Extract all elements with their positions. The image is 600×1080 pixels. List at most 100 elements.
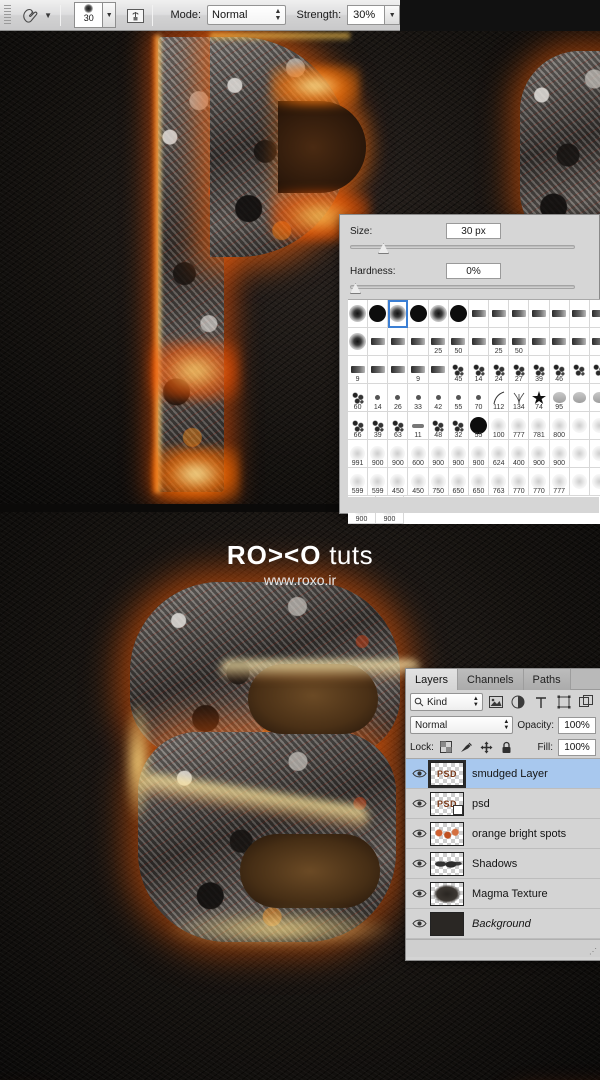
brush-tip-cell[interactable] xyxy=(388,328,409,356)
eye-icon[interactable] xyxy=(408,789,430,819)
brush-tip-cell[interactable] xyxy=(569,356,590,384)
tool-preset-chevron-down-icon[interactable]: ▼ xyxy=(43,4,53,26)
brush-tip-cell[interactable]: 70 xyxy=(468,384,490,412)
brush-tip-cell[interactable]: 32 xyxy=(448,412,469,440)
brush-tip-cell[interactable]: 770 xyxy=(509,468,530,496)
layer-thumbnail[interactable] xyxy=(430,851,464,876)
brush-tip-cell[interactable]: 900 xyxy=(468,440,490,468)
lock-transparency-icon[interactable] xyxy=(439,739,454,755)
brush-tip-cell[interactable] xyxy=(428,300,449,328)
smartobject-filter-icon[interactable] xyxy=(576,693,596,711)
brush-tip-cell[interactable]: 60 xyxy=(348,384,369,412)
brush-tip-cell[interactable]: 450 xyxy=(408,468,429,496)
brush-tip-cell[interactable] xyxy=(368,356,389,384)
brush-tip-cell[interactable] xyxy=(569,384,590,412)
layer-row[interactable]: PSD smudged Layer xyxy=(406,759,600,789)
brush-tip-cell[interactable]: 42 xyxy=(428,384,449,412)
brush-tip-cell[interactable] xyxy=(529,300,550,328)
brush-tip-cell[interactable] xyxy=(589,468,600,496)
brush-tip-cell[interactable] xyxy=(348,300,369,328)
brush-tip-cell[interactable] xyxy=(489,300,510,328)
brush-tip-cell[interactable] xyxy=(408,328,429,356)
brush-tip-cell[interactable] xyxy=(589,300,600,328)
brush-tip-cell[interactable]: 900 xyxy=(549,440,570,468)
brush-tip-cell[interactable]: 900 xyxy=(428,440,449,468)
brush-tip-cell[interactable] xyxy=(368,328,389,356)
brush-tip-cell[interactable]: 900 xyxy=(388,440,409,468)
brush-tip-cell[interactable] xyxy=(549,300,570,328)
brush-tip-cell[interactable]: 9 xyxy=(408,356,429,384)
brush-tip-cell[interactable]: 763 xyxy=(489,468,510,496)
brush-tip-cell[interactable]: 800 xyxy=(549,412,570,440)
brush-preset-thumbnail[interactable]: 30 xyxy=(74,2,104,28)
opacity-input[interactable]: 100% xyxy=(558,716,596,734)
brush-tip-cell[interactable] xyxy=(368,300,389,328)
brush-tip-cell[interactable]: 750 xyxy=(428,468,449,496)
brush-tip-cell[interactable] xyxy=(529,328,550,356)
brush-tip-cell[interactable]: 991 xyxy=(348,440,369,468)
tab-layers[interactable]: Layers xyxy=(406,669,459,690)
pixel-filter-icon[interactable] xyxy=(486,693,506,711)
strength-input[interactable]: 30% xyxy=(347,5,386,25)
brush-tip-cell[interactable] xyxy=(388,300,409,328)
brush-tip-cell[interactable] xyxy=(589,440,600,468)
brush-tip-cell[interactable]: 63 xyxy=(388,412,409,440)
layer-thumbnail[interactable]: PSD xyxy=(430,761,464,786)
brush-hardness-slider[interactable] xyxy=(350,281,575,295)
brush-tip-cell[interactable]: 27 xyxy=(509,356,530,384)
brush-tip-cell[interactable] xyxy=(468,300,490,328)
brush-tip-cell[interactable]: 134 xyxy=(509,384,530,412)
brush-tip-cell[interactable]: 900 xyxy=(368,440,389,468)
brush-tip-cell[interactable]: 66 xyxy=(348,412,369,440)
smudge-tool-icon[interactable] xyxy=(18,3,43,27)
eye-icon[interactable] xyxy=(408,909,430,939)
fill-input[interactable]: 100% xyxy=(558,738,596,756)
layer-thumbnail[interactable] xyxy=(430,881,464,906)
panel-resize-grip[interactable]: ⋰ xyxy=(589,947,598,956)
brush-tip-cell[interactable] xyxy=(589,412,600,440)
eye-icon[interactable] xyxy=(408,849,430,879)
brush-tip-cell[interactable]: 624 xyxy=(489,440,510,468)
layer-row[interactable]: orange bright spots xyxy=(406,819,600,849)
brush-tip-cell[interactable]: 11 xyxy=(408,412,429,440)
eye-icon[interactable] xyxy=(408,759,430,789)
brush-tip-cell[interactable]: 900 xyxy=(448,440,469,468)
brush-tip-cell[interactable]: 45 xyxy=(448,356,469,384)
brush-tip-cell[interactable]: 599 xyxy=(368,468,389,496)
brush-tip-cell[interactable] xyxy=(388,356,409,384)
layer-thumbnail[interactable] xyxy=(430,821,464,846)
lock-position-icon[interactable] xyxy=(479,739,494,755)
layer-thumbnail[interactable] xyxy=(430,911,464,936)
brush-tip-cell[interactable]: 9 xyxy=(348,356,369,384)
brush-tip-cell[interactable]: 50 xyxy=(509,328,530,356)
brush-tip-cell[interactable]: 14 xyxy=(368,384,389,412)
brush-tip-cell[interactable]: 46 xyxy=(549,356,570,384)
brush-tip-cell[interactable] xyxy=(589,356,600,384)
brush-tip-cell[interactable]: 74 xyxy=(529,384,550,412)
layer-thumbnail[interactable]: PSD xyxy=(430,791,464,816)
brush-tip-cell[interactable]: 14 xyxy=(468,356,490,384)
blend-mode-select[interactable]: Normal ▲ ▼ xyxy=(410,716,514,734)
brush-tip-cell[interactable] xyxy=(348,328,369,356)
brush-tip-cell[interactable]: 100 xyxy=(489,412,510,440)
brush-tip-cell[interactable] xyxy=(569,300,590,328)
brush-tip-cell[interactable]: 112 xyxy=(489,384,510,412)
brush-tip-cell[interactable]: 781 xyxy=(529,412,550,440)
brush-tip-cell[interactable] xyxy=(569,468,590,496)
layer-row[interactable]: PSD psd xyxy=(406,789,600,819)
brush-tip-cell[interactable]: 25 xyxy=(489,328,510,356)
brush-tip-cell[interactable]: 900 xyxy=(529,440,550,468)
brush-tip-cell[interactable]: 39 xyxy=(368,412,389,440)
brush-tip-cell[interactable]: 26 xyxy=(388,384,409,412)
brush-tip-cell[interactable] xyxy=(408,300,429,328)
brush-tip-cell[interactable] xyxy=(468,328,490,356)
adjustment-filter-icon[interactable] xyxy=(508,693,528,711)
brush-tip-cell[interactable]: 50 xyxy=(448,328,469,356)
brush-tip-cell[interactable] xyxy=(569,412,590,440)
brush-tip-cell[interactable]: 599 xyxy=(348,468,369,496)
eye-icon[interactable] xyxy=(408,879,430,909)
brush-tip-cell[interactable]: 55 xyxy=(468,412,490,440)
eye-icon[interactable] xyxy=(408,819,430,849)
brush-tip-grid[interactable]: 25 50 25 50 9 9 45 14 24 27 39 46 60 14 26 33 42 55 70 112 1… xyxy=(348,299,600,524)
brush-tip-cell[interactable] xyxy=(448,300,469,328)
